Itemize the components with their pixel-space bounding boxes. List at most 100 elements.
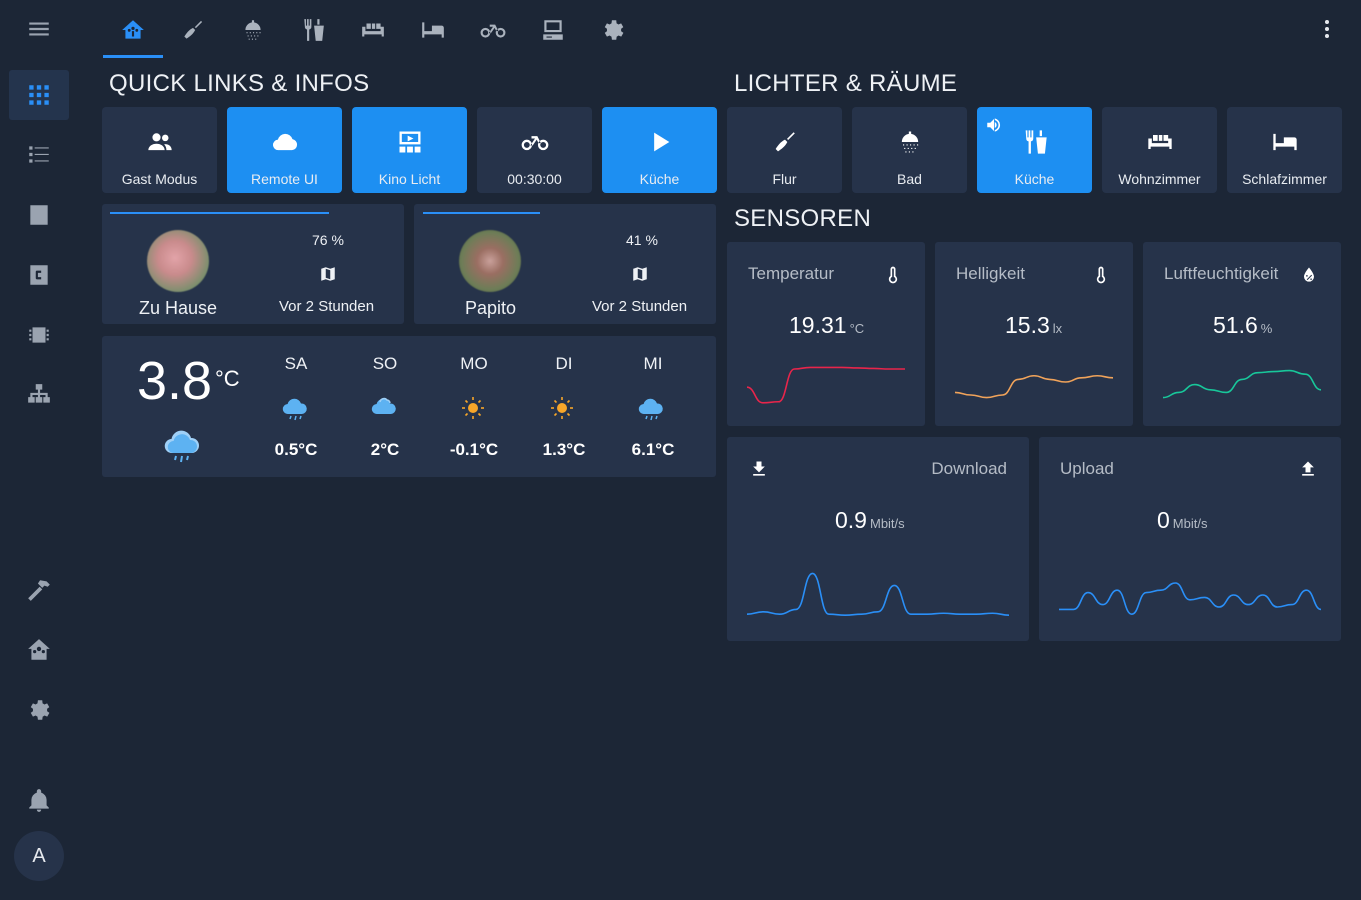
sensor-value: 0.9 Mbit/s (835, 507, 905, 534)
button-wohnzimmer[interactable]: Wohnzimmer (1102, 107, 1217, 193)
button-label: Remote UI (251, 171, 318, 187)
sidebar-item-developer-tools[interactable] (9, 565, 69, 615)
forecast-day: SO (372, 354, 398, 373)
forecast-temp: 6.1°C (631, 440, 675, 459)
person-card-papito[interactable]: Papito 41 % Vor 2 Stunden (414, 204, 716, 324)
sidebar-item-settings[interactable] (9, 685, 69, 735)
map-icon (631, 265, 649, 283)
sensor-graph (747, 572, 1009, 616)
button-label: Wohnzimmer (1118, 171, 1201, 187)
sensor-card-upload[interactable]: Upload 0 Mbit/s (1039, 437, 1341, 641)
forecast-temp: 1.3°C (542, 440, 586, 459)
silverware-icon (304, 19, 324, 41)
button-kueche[interactable]: Küche (977, 107, 1092, 193)
forecast-day: MI (643, 354, 663, 373)
bike-icon (480, 24, 506, 38)
thermometer-icon (883, 265, 903, 285)
tab-kueche[interactable] (283, 8, 343, 52)
gear-icon (604, 20, 624, 40)
button-bad[interactable]: Bad (852, 107, 967, 193)
tab-home[interactable] (103, 8, 163, 58)
sensor-card-temperatur[interactable]: Temperatur 19.31 °C (727, 242, 925, 426)
button-kino-licht[interactable]: Kino Licht (352, 107, 467, 193)
sensor-graph (747, 366, 905, 404)
broom-icon (770, 127, 800, 157)
person-card-zu-hause[interactable]: Zu Hause 76 % Vor 2 Stunden (102, 204, 404, 324)
sidebar-item-esphome[interactable] (9, 310, 69, 360)
gear-icon (30, 700, 50, 720)
sensor-card-download[interactable]: Download 0.9 Mbit/s (727, 437, 1029, 641)
button-timer[interactable]: 00:30:00 (477, 107, 592, 193)
overflow-menu-icon[interactable] (1312, 14, 1342, 44)
last-seen: Vor 2 Stunden (592, 298, 688, 315)
bed-icon (422, 22, 444, 38)
tab-flur[interactable] (163, 8, 223, 52)
button-schlafzimmer[interactable]: Schlafzimmer (1227, 107, 1342, 193)
person-avatar (147, 230, 209, 292)
tab-fahrrad[interactable] (463, 8, 523, 52)
sensor-line (1163, 369, 1321, 399)
home-icon (122, 20, 144, 39)
button-label: Küche (639, 171, 680, 187)
forecast-day: SA (284, 354, 308, 373)
download-icon (749, 459, 769, 479)
section-title-sensoren: SENSOREN (734, 205, 872, 232)
sensor-value-number: 19.31 (789, 312, 847, 338)
button-kueche-play[interactable]: Küche (602, 107, 717, 193)
bell-icon (29, 789, 49, 812)
current-temperature: 3.8 (137, 351, 213, 411)
sidebar-item-overview[interactable] (9, 70, 69, 120)
view-tabs (103, 8, 643, 60)
button-label: Schlafzimmer (1242, 171, 1327, 187)
sidebar-item-code[interactable] (9, 250, 69, 300)
tab-settings[interactable] (583, 8, 643, 52)
rainy-cloud-icon (164, 430, 200, 463)
button-flur[interactable]: Flur (727, 107, 842, 193)
sitemap-icon (28, 384, 50, 403)
sensor-value-number: 51.6 (1213, 312, 1258, 338)
forecast-temp: 2°C (370, 440, 400, 459)
sensor-graph (1059, 582, 1321, 616)
sidebar-item-history[interactable] (9, 190, 69, 240)
sensor-card-luftfeuchtigkeit[interactable]: Luftfeuchtigkeit 51.6% (1143, 242, 1341, 426)
forecast-day: MO (460, 354, 488, 373)
sidebar-item-notifications[interactable] (9, 776, 69, 826)
sensor-value: 15.3 lx (1005, 312, 1062, 339)
sensor-name: Download (931, 459, 1007, 478)
rain-cloud-icon (282, 398, 307, 421)
tab-bad[interactable] (223, 8, 283, 52)
menu-icon[interactable] (9, 4, 69, 54)
sidebar-item-logbook[interactable] (9, 130, 69, 180)
battery-bar (110, 212, 329, 214)
button-remote-ui[interactable]: Remote UI (227, 107, 342, 193)
forecast-temp: 0.5°C (274, 440, 318, 459)
button-label: Küche (1014, 171, 1055, 187)
home-assistant-icon (28, 639, 50, 660)
sidebar-item-network[interactable] (9, 370, 69, 420)
silverware-icon (1020, 127, 1050, 157)
tab-computer[interactable] (523, 8, 583, 52)
sensor-graph (955, 374, 1113, 399)
tab-schlafzimmer[interactable] (403, 8, 463, 52)
sensor-name: Upload (1060, 459, 1114, 478)
temperature-unit: °C (215, 366, 240, 391)
sensor-unit: % (1260, 321, 1273, 336)
hammer-icon (28, 580, 50, 601)
speaker-icon (985, 116, 1003, 134)
button-label: Flur (772, 171, 797, 187)
user-avatar[interactable]: A (14, 831, 64, 881)
sensor-card-helligkeit[interactable]: Helligkeit 15.3 lx (935, 242, 1133, 426)
button-gast-modus[interactable]: Gast Modus (102, 107, 217, 193)
button-label: Bad (897, 171, 922, 187)
last-seen: Vor 2 Stunden (279, 298, 375, 315)
sidebar: A (0, 0, 78, 900)
section-title-lichter: LICHTER & RÄUME (734, 70, 958, 97)
thermometer-icon (1091, 265, 1111, 285)
sensor-graph (1163, 369, 1321, 399)
sidebar-item-hacs[interactable] (9, 625, 69, 675)
tab-wohnzimmer[interactable] (343, 8, 403, 52)
sensor-value-number: 15.3 (1005, 312, 1050, 338)
button-label: 00:30:00 (507, 171, 562, 187)
upload-icon (1298, 459, 1318, 479)
rain-cloud-icon (638, 398, 663, 421)
